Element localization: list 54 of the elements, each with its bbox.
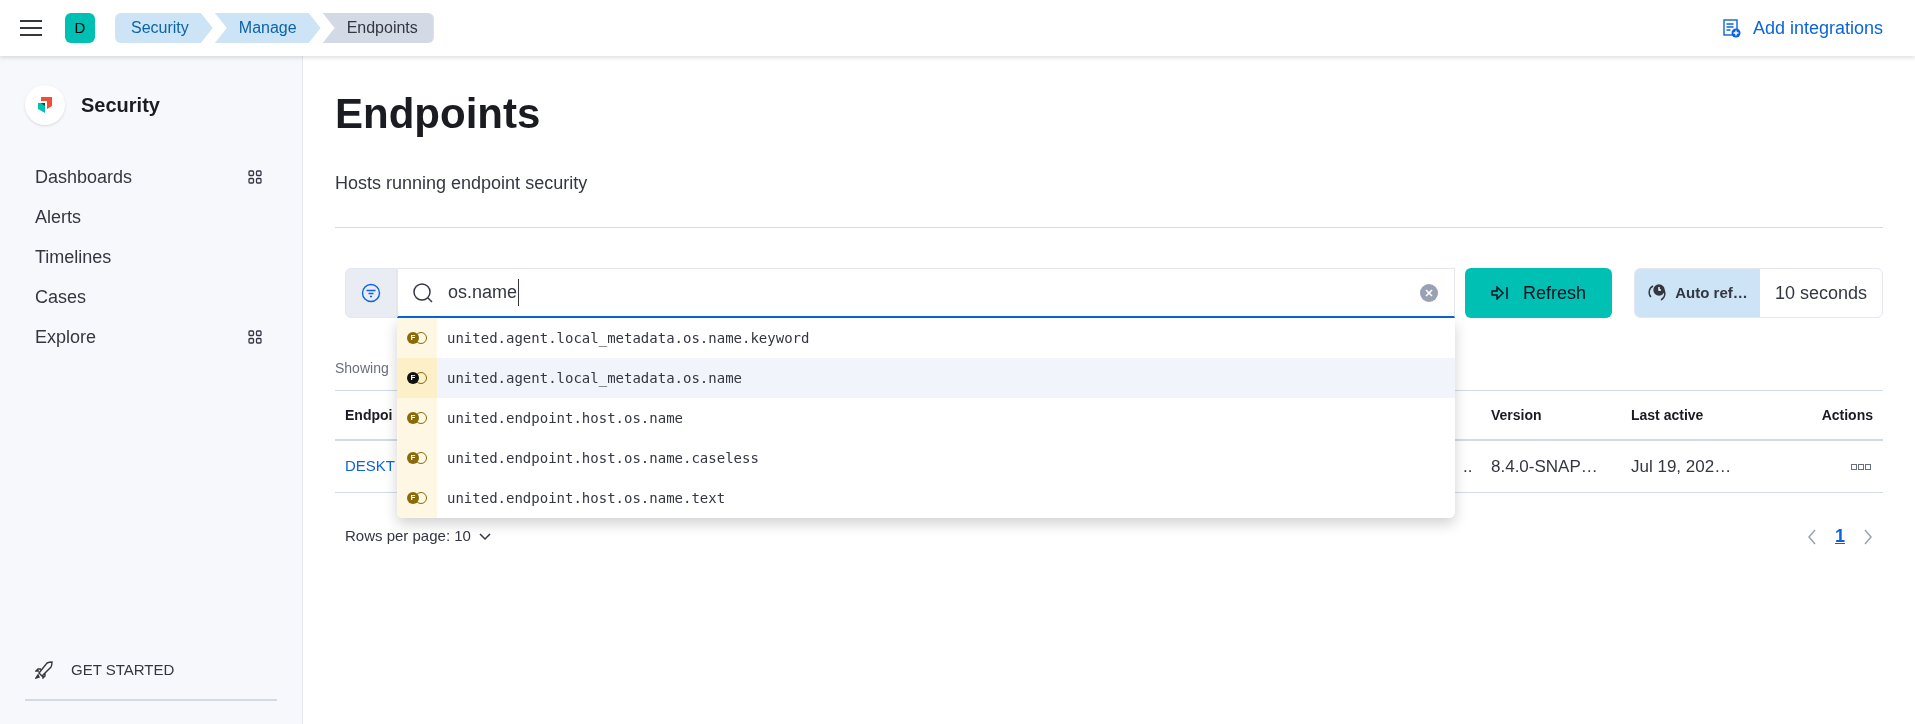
field-type-icon: F xyxy=(397,318,437,358)
suggestion-item[interactable]: F united.endpoint.host.os.name.text xyxy=(397,478,1455,518)
breadcrumb[interactable]: Endpoints xyxy=(322,13,434,43)
field-type-icon: F xyxy=(397,358,437,398)
page-title: Endpoints xyxy=(335,89,542,139)
table-cell-text: .. xyxy=(1463,455,1474,478)
menu-icon[interactable] xyxy=(20,20,42,36)
column-header[interactable]: Last active xyxy=(1631,404,1791,426)
page-link[interactable]: 1 xyxy=(1835,523,1845,550)
sidebar-item[interactable]: Alerts xyxy=(25,197,277,237)
table-cell-text: 8.4.0-SNAP… xyxy=(1491,455,1599,478)
breadcrumb[interactable]: Security xyxy=(115,13,213,43)
column-header[interactable]: Endpoi xyxy=(335,404,393,426)
sidebar-item[interactable]: Timelines xyxy=(25,237,277,277)
auto-refresh-control[interactable]: Auto ref… 10 seconds xyxy=(1634,268,1883,318)
chevron-right-icon[interactable] xyxy=(1863,528,1873,545)
more-actions-icon[interactable] xyxy=(1851,463,1871,470)
logo-icon xyxy=(25,85,65,125)
clear-icon[interactable] xyxy=(1420,283,1438,302)
chevron-down-icon xyxy=(478,532,491,541)
chevron-left-icon[interactable] xyxy=(1807,528,1817,545)
sidebar-item[interactable]: Dashboards xyxy=(25,157,277,197)
search-icon xyxy=(412,281,434,304)
table-cell-text: Jul 19, 202… xyxy=(1631,455,1733,478)
field-type-icon: F xyxy=(397,398,437,438)
showing-text: Showing xyxy=(335,359,389,378)
search-field[interactable]: os.name xyxy=(397,268,1455,318)
rows-per-page-button[interactable]: Rows per page: 10 xyxy=(335,525,491,548)
field-type-icon: F xyxy=(397,438,437,478)
suggestion-item[interactable]: F united.agent.local_metadata.os.name xyxy=(397,358,1455,398)
rocket-icon xyxy=(35,660,54,679)
sidebar-title: Security xyxy=(81,93,160,118)
filter-icon xyxy=(361,283,381,303)
list-add-icon xyxy=(1722,18,1741,38)
breadcrumb[interactable]: Manage xyxy=(214,13,321,43)
grid-icon xyxy=(248,170,262,184)
sidebar-item[interactable]: Explore xyxy=(25,317,277,357)
get-started-link[interactable]: GET STARTED xyxy=(25,658,277,681)
add-integrations-link[interactable]: Add integrations xyxy=(1722,14,1883,42)
filter-button[interactable] xyxy=(345,268,397,318)
column-header[interactable]: Version xyxy=(1491,404,1631,426)
avatar[interactable]: D xyxy=(65,13,95,43)
column-header[interactable]: Actions xyxy=(1791,404,1883,426)
suggestion-item[interactable]: F united.agent.local_metadata.os.name.keyword xyxy=(397,318,1455,358)
page-subtitle: Hosts running endpoint security xyxy=(335,172,589,195)
suggestion-item[interactable]: F united.endpoint.host.os.name xyxy=(397,398,1455,438)
suggestion-item[interactable]: F united.endpoint.host.os.name.caseless xyxy=(397,438,1455,478)
refresh-icon xyxy=(1491,286,1509,300)
clock-refresh-icon xyxy=(1647,283,1668,303)
endpoint-link[interactable]: DESKT xyxy=(335,455,395,478)
field-type-icon: F xyxy=(397,478,437,518)
sidebar-item[interactable]: Cases xyxy=(25,277,277,317)
grid-icon xyxy=(248,330,262,344)
refresh-button[interactable]: Refresh xyxy=(1465,268,1612,318)
